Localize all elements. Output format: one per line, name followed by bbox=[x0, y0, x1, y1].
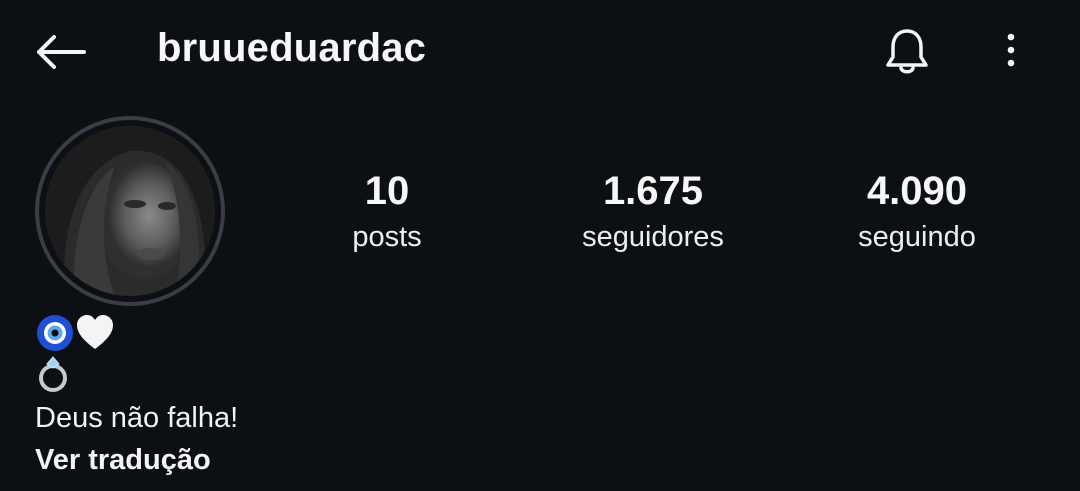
stat-following[interactable]: 4.090 seguindo bbox=[797, 168, 1037, 256]
ring-emoji bbox=[39, 356, 67, 392]
profile-header: bruueduardac bbox=[0, 0, 1080, 100]
back-button[interactable] bbox=[32, 30, 88, 74]
notifications-button[interactable] bbox=[880, 24, 934, 78]
profile-username: bruueduardac bbox=[157, 26, 427, 70]
more-options-button[interactable] bbox=[992, 28, 1030, 72]
followers-label: seguidores bbox=[582, 221, 724, 253]
white-heart-emoji bbox=[77, 315, 113, 349]
bio-emoji-line-1 bbox=[35, 312, 635, 354]
bell-icon bbox=[886, 29, 928, 74]
stat-posts[interactable]: 10 posts bbox=[267, 168, 507, 256]
posts-label: posts bbox=[352, 221, 422, 253]
arrow-left-icon bbox=[37, 35, 86, 69]
followers-count: 1.675 bbox=[602, 169, 704, 213]
profile-photo bbox=[45, 126, 215, 296]
avatar[interactable] bbox=[35, 116, 225, 306]
following-label: seguindo bbox=[858, 221, 976, 253]
profile-bio: Deus não falha! Ver tradução bbox=[35, 312, 635, 480]
posts-count: 10 bbox=[364, 169, 410, 213]
nazar-amulet-emoji bbox=[37, 315, 73, 351]
more-vertical-icon bbox=[1007, 33, 1015, 67]
see-translation-link[interactable]: Ver tradução bbox=[35, 440, 635, 480]
profile-photo-image bbox=[45, 126, 215, 296]
bio-emoji-line-2 bbox=[35, 354, 635, 392]
stat-followers[interactable]: 1.675 seguidores bbox=[533, 168, 773, 256]
bio-text: Deus não falha! bbox=[35, 402, 239, 434]
following-count: 4.090 bbox=[866, 169, 968, 213]
